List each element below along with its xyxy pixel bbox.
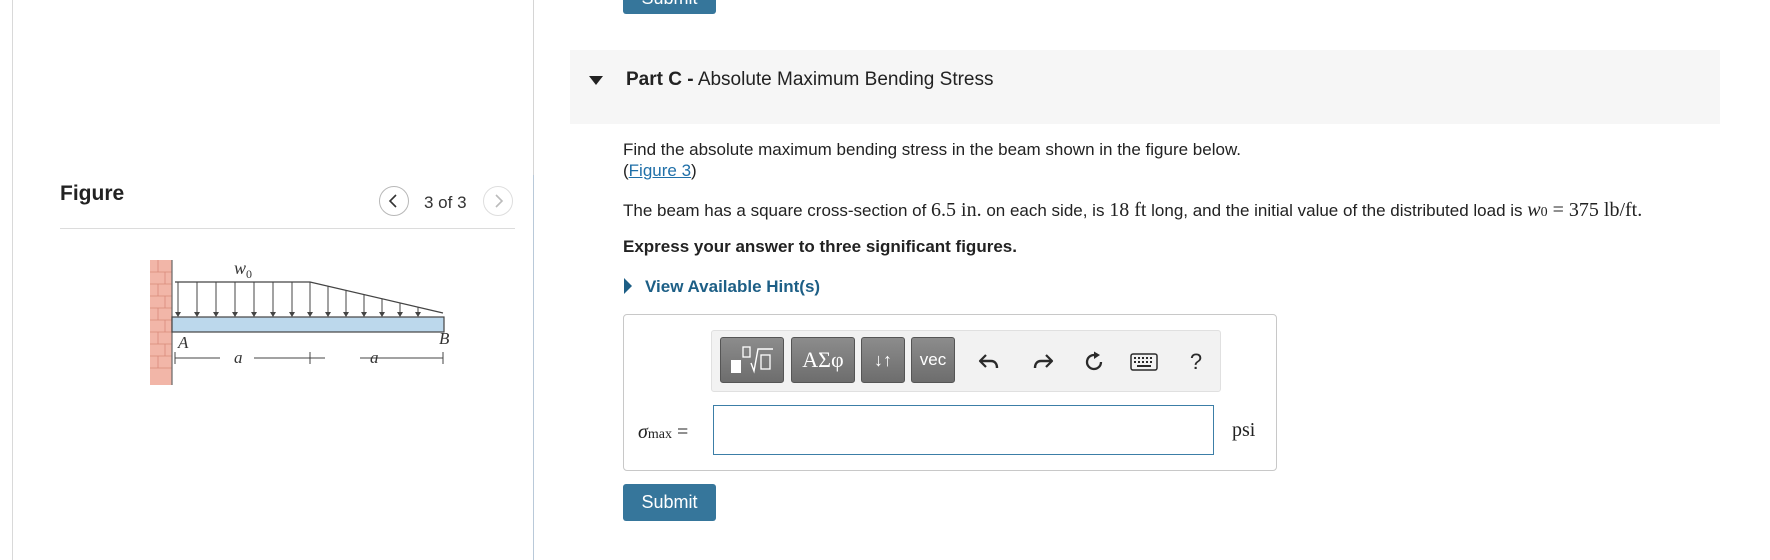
keyboard-icon[interactable]	[1128, 348, 1160, 376]
problem-givens: The beam has a square cross-section of 6…	[623, 199, 1643, 221]
previous-submit-button[interactable]: Submit	[623, 0, 716, 14]
figure-reference: (Figure 3)	[623, 161, 697, 180]
answer-instruction: Express your answer to three significant…	[623, 237, 1017, 256]
load-label: w0	[234, 258, 252, 281]
figure-header-rule	[60, 228, 515, 229]
answer-unit: psi	[1232, 419, 1256, 441]
redo-icon[interactable]	[1027, 348, 1059, 376]
collapse-caret-icon[interactable]	[589, 76, 603, 85]
figure-counter: 3 of 3	[424, 193, 467, 212]
undo-icon[interactable]	[973, 348, 1005, 376]
fixed-wall	[150, 260, 172, 385]
chevron-left-icon	[388, 194, 397, 208]
figure-next-button[interactable]	[483, 186, 513, 216]
fraction-root-icon	[731, 346, 773, 374]
panel-divider-accent	[533, 175, 534, 560]
distributed-load-outline	[175, 281, 444, 314]
problem-prompt: Find the absolute maximum bending stress…	[623, 140, 1242, 159]
dimension-line	[174, 352, 444, 364]
hint-caret-icon[interactable]	[624, 278, 632, 294]
beam-figure: w0 A B a a	[150, 258, 450, 385]
beam	[171, 316, 445, 333]
load-arrowheads	[175, 312, 421, 317]
help-button[interactable]: ?	[1180, 348, 1212, 376]
reset-icon[interactable]	[1078, 348, 1110, 376]
subscript-superscript-button[interactable]: ↓↑	[861, 337, 905, 383]
part-title: Part C - Absolute Maximum Bending Stress	[626, 69, 994, 90]
point-b-label: B	[439, 329, 450, 348]
figure-prev-button[interactable]	[379, 186, 409, 216]
view-hints-link[interactable]: View Available Hint(s)	[645, 277, 820, 297]
answer-label: σmax =	[638, 421, 689, 443]
load-arrows	[177, 282, 419, 312]
point-a-label: A	[177, 333, 189, 352]
templates-button[interactable]	[720, 337, 784, 383]
dimension-a-right: a	[370, 348, 379, 367]
dimension-a-left: a	[234, 348, 243, 367]
answer-input[interactable]	[713, 405, 1214, 455]
greek-symbols-button[interactable]: ΑΣφ	[791, 337, 855, 383]
figure-panel-title: Figure	[60, 182, 125, 205]
chevron-right-icon	[495, 194, 504, 208]
figure-link[interactable]: Figure 3	[629, 161, 691, 180]
vector-button[interactable]: vec	[911, 337, 955, 383]
submit-button[interactable]: Submit	[623, 484, 716, 521]
left-page-border	[12, 0, 13, 560]
